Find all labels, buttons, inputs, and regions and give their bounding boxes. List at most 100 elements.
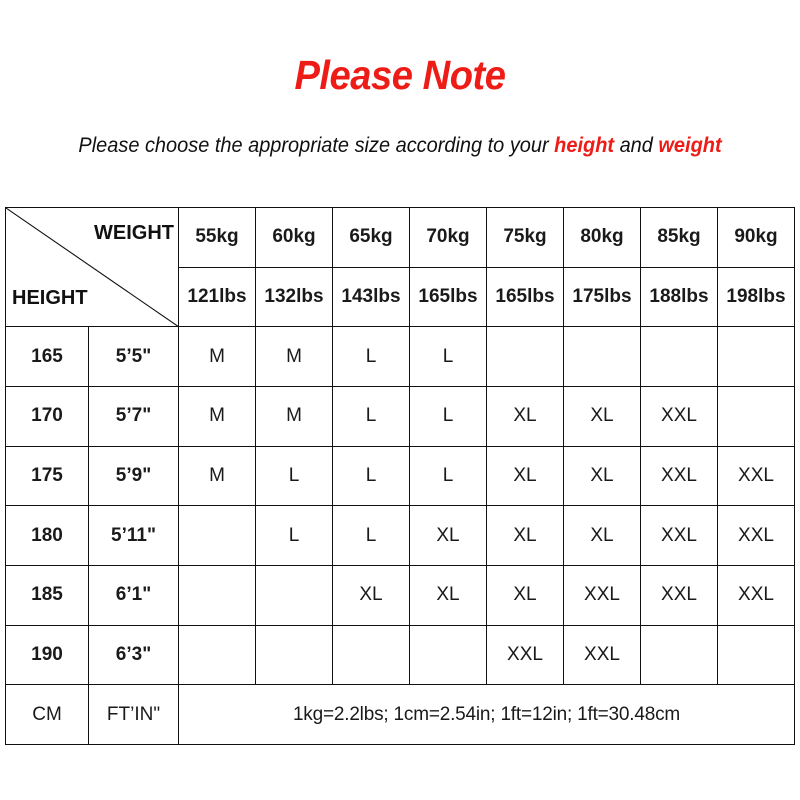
size-cell-3-2: L: [332, 505, 410, 566]
subtitle-text-before: Please choose the appropriate size accor…: [78, 134, 555, 157]
size-cell-4-3: XL: [409, 564, 487, 626]
header-weight-lbs-3: 165lbs: [409, 266, 487, 328]
page-title: Please Note: [294, 52, 506, 98]
size-chart-table-wrapper: WEIGHT HEIGHT 55kg 60kg 65kg 70kg 75kg 80kg 85kg…: [5, 206, 795, 745]
row-height-ft-2: 5’9": [88, 445, 179, 507]
size-cell-4-5: XXL: [563, 564, 641, 626]
row-height-ft-0: 5’5": [88, 326, 179, 387]
corner-label-height: HEIGHT: [12, 287, 88, 310]
size-cell-2-4: XL: [486, 445, 564, 507]
header-weight-lbs-2: 143lbs: [332, 266, 410, 328]
table-row: 180 5’11" L L XL XL XL XXL XXL: [5, 505, 795, 566]
size-chart-body: WEIGHT HEIGHT 55kg 60kg 65kg 70kg 75kg 80kg 85kg…: [5, 206, 795, 745]
row-height-cm-2: 175: [5, 445, 89, 507]
size-cell-1-2: L: [332, 385, 410, 447]
size-cell-2-1: L: [255, 445, 333, 507]
size-cell-5-1: [255, 624, 333, 686]
size-cell-1-6: XXL: [640, 385, 718, 447]
size-cell-0-0: M: [178, 326, 256, 387]
subtitle-text-middle: and: [614, 134, 659, 157]
size-chart-page: Please Note Please choose the appropriat…: [0, 0, 800, 800]
header-row-kg: WEIGHT HEIGHT 55kg 60kg 65kg 70kg 75kg 80kg 85kg…: [5, 206, 795, 328]
row-height-cm-5: 190: [5, 624, 89, 686]
size-cell-0-7: [717, 326, 795, 387]
size-cell-0-3: L: [409, 326, 487, 387]
footer-row: CM FT’IN" 1kg=2.2lbs; 1cm=2.54in; 1ft=12in…: [5, 684, 795, 745]
row-height-ft-3: 5’11": [88, 505, 179, 566]
size-cell-5-2: [332, 624, 410, 686]
table-row: 165 5’5" M M L L: [5, 326, 795, 387]
row-height-ft-1: 5’7": [88, 385, 179, 447]
size-cell-1-5: XL: [563, 385, 641, 447]
header-weight-kg-0: 55kg: [178, 207, 256, 268]
size-cell-4-4: XL: [486, 564, 564, 626]
row-height-cm-4: 185: [5, 564, 89, 626]
size-cell-2-7: XXL: [717, 445, 795, 507]
page-subtitle: Please choose the appropriate size accor…: [20, 134, 780, 158]
size-cell-3-4: XL: [486, 505, 564, 566]
size-cell-5-0: [178, 624, 256, 686]
header-weight-kg-1: 60kg: [255, 207, 333, 268]
size-cell-3-6: XXL: [640, 505, 718, 566]
header-weight-lbs-1: 132lbs: [255, 266, 333, 328]
size-cell-1-0: M: [178, 385, 256, 447]
table-row: 190 6’3" XXL XXL: [5, 624, 795, 686]
subtitle-highlight-height: height: [554, 134, 615, 157]
size-cell-0-4: [486, 326, 564, 387]
size-cell-5-3: [409, 624, 487, 686]
size-cell-2-5: XL: [563, 445, 641, 507]
row-height-ft-4: 6’1": [88, 564, 179, 626]
header-weight-kg-6: 85kg: [640, 207, 718, 268]
header-weight-lbs-6: 188lbs: [640, 266, 718, 328]
size-cell-3-0: [178, 505, 256, 566]
size-cell-2-3: L: [409, 445, 487, 507]
header-weight-kg-2: 65kg: [332, 207, 410, 268]
size-cell-1-3: L: [409, 385, 487, 447]
header-weight-kg-3: 70kg: [409, 207, 487, 268]
size-cell-2-6: XXL: [640, 445, 718, 507]
row-height-cm-1: 170: [5, 385, 89, 447]
size-cell-4-0: [178, 564, 256, 626]
footer-unit-cm: CM: [5, 684, 89, 745]
size-cell-3-5: XL: [563, 505, 641, 566]
size-cell-5-4: XXL: [486, 624, 564, 686]
footer-conversion-note: 1kg=2.2lbs; 1cm=2.54in; 1ft=12in; 1ft=30…: [178, 684, 795, 745]
size-chart-table: WEIGHT HEIGHT 55kg 60kg 65kg 70kg 75kg 80kg 85kg…: [5, 206, 795, 745]
size-cell-1-1: M: [255, 385, 333, 447]
table-row: 175 5’9" M L L L XL XL XXL XXL: [5, 445, 795, 507]
header-weight-lbs-0: 121lbs: [178, 266, 256, 328]
header-weight-lbs-7: 198lbs: [717, 266, 795, 328]
row-height-ft-5: 6’3": [88, 624, 179, 686]
table-row: 170 5’7" M M L L XL XL XXL: [5, 385, 795, 447]
size-cell-0-2: L: [332, 326, 410, 387]
size-cell-1-4: XL: [486, 385, 564, 447]
header-corner-cell: WEIGHT HEIGHT: [5, 206, 179, 328]
size-cell-0-6: [640, 326, 718, 387]
size-cell-3-3: XL: [409, 505, 487, 566]
size-cell-5-5: XXL: [563, 624, 641, 686]
row-height-cm-0: 165: [5, 326, 89, 387]
size-cell-0-1: M: [255, 326, 333, 387]
header-weight-kg-7: 90kg: [717, 207, 795, 268]
row-height-cm-3: 180: [5, 505, 89, 566]
size-cell-1-7: [717, 385, 795, 447]
subtitle-highlight-weight: weight: [658, 134, 722, 157]
size-cell-4-6: XXL: [640, 564, 718, 626]
size-cell-5-6: [640, 624, 718, 686]
header-weight-lbs-4: 165lbs: [486, 266, 564, 328]
size-cell-3-1: L: [255, 505, 333, 566]
size-cell-4-7: XXL: [717, 564, 795, 626]
size-cell-4-2: XL: [332, 564, 410, 626]
corner-label-weight: WEIGHT: [94, 222, 174, 244]
header-weight-lbs-5: 175lbs: [563, 266, 641, 328]
size-cell-0-5: [563, 326, 641, 387]
size-cell-2-2: L: [332, 445, 410, 507]
table-row: 185 6’1" XL XL XL XXL XXL XXL: [5, 564, 795, 626]
size-cell-2-0: M: [178, 445, 256, 507]
size-cell-5-7: [717, 624, 795, 686]
size-cell-4-1: [255, 564, 333, 626]
footer-unit-ft: FT’IN": [88, 684, 179, 745]
header-weight-kg-5: 80kg: [563, 207, 641, 268]
size-cell-3-7: XXL: [717, 505, 795, 566]
header-weight-kg-4: 75kg: [486, 207, 564, 268]
